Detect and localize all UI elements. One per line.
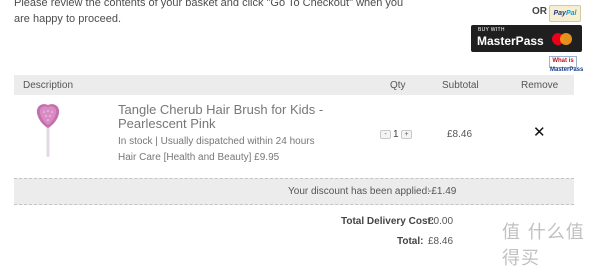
header-description: Description bbox=[23, 80, 74, 91]
header-remove: Remove bbox=[521, 80, 559, 91]
watermark: 值 什么值得买 bbox=[502, 222, 585, 269]
total-label: Total: bbox=[397, 236, 424, 247]
what-is-masterpass-label: MasterPass bbox=[550, 67, 584, 73]
delivery-cost-label: Total Delivery Cost: bbox=[341, 216, 435, 227]
product-category-price: Hair Care [Health and Beauty] £9.95 bbox=[118, 152, 280, 163]
qty-increase-button[interactable]: + bbox=[401, 130, 412, 139]
mastercard-logo-circle-icon bbox=[560, 33, 572, 45]
basket-table-header: Description Qty Subtotal Remove bbox=[14, 75, 574, 95]
delivery-cost-value: £0.00 bbox=[428, 216, 454, 227]
what-is-label: What is bbox=[552, 58, 574, 64]
masterpass-name: MasterPass bbox=[477, 34, 544, 48]
masterpass-buy-with: BUY WITH bbox=[478, 27, 505, 33]
header-qty: Qty bbox=[390, 80, 406, 91]
basket-intro-text: Please review the contents of your baske… bbox=[14, 0, 404, 25]
product-name-link[interactable]: Tangle Cherub Hair Brush for Kids - Pear… bbox=[118, 103, 338, 131]
qty-decrease-button[interactable]: - bbox=[380, 130, 391, 139]
qty-value: 1 bbox=[393, 129, 399, 140]
or-label: OR bbox=[532, 6, 547, 17]
what-is-masterpass-link[interactable]: What is MasterPass bbox=[549, 56, 583, 73]
remove-item-button[interactable]: ✕ bbox=[533, 125, 546, 140]
paypal-logo-part2: Pal bbox=[565, 10, 577, 17]
total-value: £8.46 bbox=[428, 236, 454, 247]
discount-label: Your discount has been applied: bbox=[288, 186, 430, 197]
masterpass-button[interactable]: BUY WITH MasterPass bbox=[471, 25, 582, 52]
paypal-button[interactable]: PayPal bbox=[549, 5, 581, 22]
header-subtotal: Subtotal bbox=[442, 80, 479, 91]
item-subtotal: £8.46 bbox=[447, 129, 473, 140]
discount-value: -£1.49 bbox=[428, 186, 457, 197]
paypal-logo-part1: Pay bbox=[553, 10, 566, 17]
product-thumbnail[interactable] bbox=[35, 103, 61, 159]
product-stock-status: In stock | Usually dispatched within 24 … bbox=[118, 136, 315, 147]
